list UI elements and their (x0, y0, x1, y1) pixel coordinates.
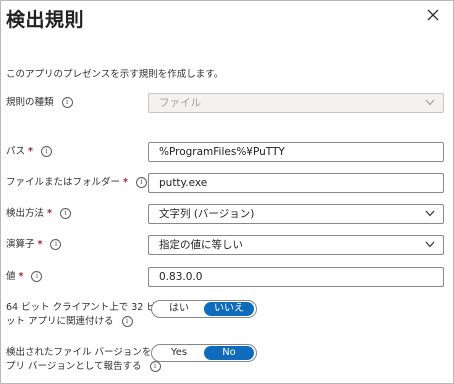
info-icon[interactable]: i (50, 239, 62, 250)
info-icon[interactable]: i (31, 271, 43, 282)
report-version-toggle[interactable]: Yes No (151, 344, 257, 362)
rule-type-label: 規則の種類 i (6, 96, 73, 110)
info-icon[interactable]: i (121, 316, 133, 327)
close-icon[interactable] (426, 8, 440, 22)
chevron-down-icon (425, 99, 435, 106)
info-icon[interactable]: i (61, 97, 73, 108)
report-version-no-option[interactable]: No (204, 346, 254, 360)
bit64-label: 64 ビット クライアント上で 32 ビ ット アプリに関連付ける i (6, 302, 156, 327)
report-version-yes-option[interactable]: Yes (154, 346, 204, 360)
value-input[interactable]: 0.83.0.0 (148, 267, 444, 287)
chevron-down-icon (425, 210, 435, 217)
page-title: 検出規則 (6, 9, 85, 31)
description: このアプリのプレゼンスを示す規則を作成します。 (6, 69, 224, 80)
report-version-label: 検出されたファイル バージョンをア プリ バージョンとして報告する i (6, 347, 161, 372)
rule-type-dropdown[interactable]: ファイル (148, 93, 444, 113)
operator-label: 演算子 * i (6, 238, 62, 252)
file-or-folder-input[interactable]: putty.exe (148, 173, 444, 193)
info-icon[interactable]: i (135, 177, 147, 188)
chevron-down-icon (425, 241, 435, 248)
bit64-no-option[interactable]: いいえ (204, 302, 254, 316)
path-input[interactable]: %ProgramFiles%¥PuTTY (148, 142, 444, 162)
detection-method-dropdown[interactable]: 文字列 (バージョン) (148, 204, 444, 224)
path-label: パス * i (6, 145, 52, 159)
bit64-yes-option[interactable]: はい (154, 302, 204, 316)
operator-dropdown[interactable]: 指定の値に等しい (148, 235, 444, 255)
detection-method-label: 検出方法 * i (6, 207, 71, 221)
info-icon[interactable]: i (59, 208, 71, 219)
info-icon[interactable]: i (40, 146, 52, 157)
value-label: 値 * i (6, 270, 43, 284)
bit64-toggle[interactable]: はい いいえ (151, 300, 257, 318)
file-or-folder-label: ファイルまたはフォルダー * i (6, 176, 147, 190)
info-icon[interactable]: i (149, 361, 161, 372)
